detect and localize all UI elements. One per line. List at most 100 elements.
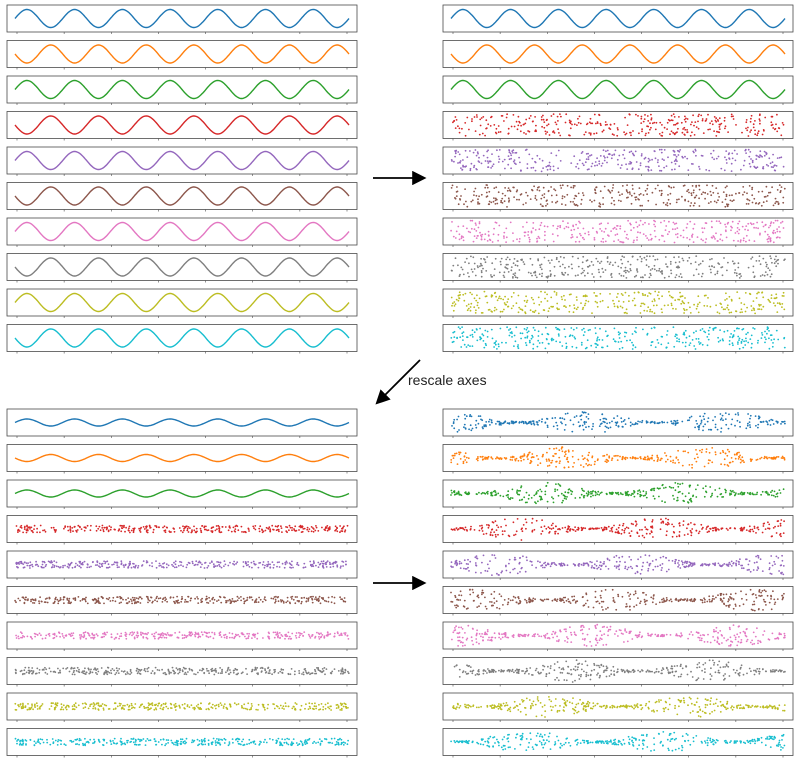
noise-point <box>733 118 735 120</box>
noise-point <box>673 113 675 115</box>
noise-point <box>770 162 772 164</box>
noise-point <box>140 531 142 533</box>
noise-point <box>701 193 703 195</box>
noise-point <box>724 206 726 208</box>
subplot-row <box>7 325 357 354</box>
noise-point <box>203 527 205 529</box>
noise-point <box>510 167 512 169</box>
noise-point <box>599 328 601 330</box>
noise-point <box>110 672 112 674</box>
noise-point <box>219 566 221 568</box>
noise-point <box>485 160 487 162</box>
noise-point <box>698 128 700 130</box>
noise-point <box>508 187 510 189</box>
noise-point <box>575 275 577 277</box>
noise-point <box>770 258 772 260</box>
noise-point <box>162 563 164 565</box>
noise-point <box>87 525 89 527</box>
noise-point <box>691 194 693 196</box>
noise-point <box>676 227 678 229</box>
noise-point <box>725 199 727 201</box>
noise-point <box>774 202 776 204</box>
subplot-row <box>443 254 793 283</box>
noise-point <box>319 738 321 740</box>
noise-point <box>676 274 678 276</box>
noise-point <box>534 197 536 199</box>
noise-point <box>476 237 478 239</box>
noise-point <box>606 162 608 164</box>
noise-point <box>176 596 178 598</box>
noise-point <box>672 228 674 230</box>
noise-point <box>469 169 471 171</box>
noise-point <box>290 638 292 640</box>
noise-point <box>278 529 280 531</box>
noise-point <box>260 599 262 601</box>
noise-point <box>749 200 751 202</box>
noise-point <box>180 738 182 740</box>
noise-point <box>39 743 41 745</box>
noise-point <box>726 270 728 272</box>
noise-point <box>269 528 271 530</box>
noise-point <box>284 638 286 640</box>
noise-point <box>684 134 686 136</box>
noise-point <box>775 293 777 295</box>
noise-point <box>285 705 287 707</box>
noise-point <box>514 126 516 128</box>
noise-point <box>104 704 106 706</box>
noise-point <box>27 562 29 564</box>
noise-point <box>470 335 472 337</box>
noise-point <box>70 531 72 533</box>
noise-point <box>664 277 666 279</box>
noise-point <box>206 668 208 670</box>
noise-point <box>749 185 751 187</box>
noise-point <box>642 277 644 279</box>
noise-point <box>775 198 777 200</box>
noise-point <box>52 702 54 704</box>
noise-point <box>679 149 681 151</box>
noise-point <box>613 303 615 305</box>
noise-point <box>192 633 194 635</box>
noise-point <box>584 275 586 277</box>
noise-point <box>536 155 538 157</box>
noise-point <box>499 272 501 274</box>
noise-point <box>73 670 75 672</box>
noise-point <box>623 301 625 303</box>
noise-point <box>737 227 739 229</box>
noise-point <box>617 129 619 131</box>
noise-point <box>596 340 598 342</box>
noise-point <box>764 151 766 153</box>
noise-point <box>451 160 453 162</box>
noise-point <box>502 311 504 313</box>
noise-point <box>728 153 730 155</box>
noise-point <box>128 706 130 708</box>
noise-point <box>220 596 222 598</box>
noise-point <box>93 705 95 707</box>
noise-point <box>336 561 338 563</box>
noise-point <box>674 242 676 244</box>
noise-point <box>663 159 665 161</box>
noise-point <box>191 529 193 531</box>
noise-point <box>488 309 490 311</box>
noise-point <box>777 231 779 233</box>
noise-point <box>483 155 485 157</box>
noise-point <box>22 532 24 534</box>
noise-point <box>779 302 781 304</box>
noise-point <box>60 708 62 710</box>
noise-point <box>697 305 699 307</box>
noise-point <box>215 668 217 670</box>
noise-point <box>57 603 59 605</box>
noise-point <box>550 297 552 299</box>
noise-point <box>167 708 169 710</box>
noise-point <box>632 153 634 155</box>
noise-point <box>679 261 681 263</box>
noise-point <box>296 742 298 744</box>
noise-point <box>764 331 766 333</box>
noise-point <box>778 226 780 228</box>
noise-point <box>724 299 726 301</box>
noise-point <box>507 298 509 300</box>
noise-point <box>710 306 712 308</box>
noise-point <box>706 336 708 338</box>
noise-point <box>585 303 587 305</box>
noise-point <box>690 192 692 194</box>
noise-point <box>520 169 522 171</box>
